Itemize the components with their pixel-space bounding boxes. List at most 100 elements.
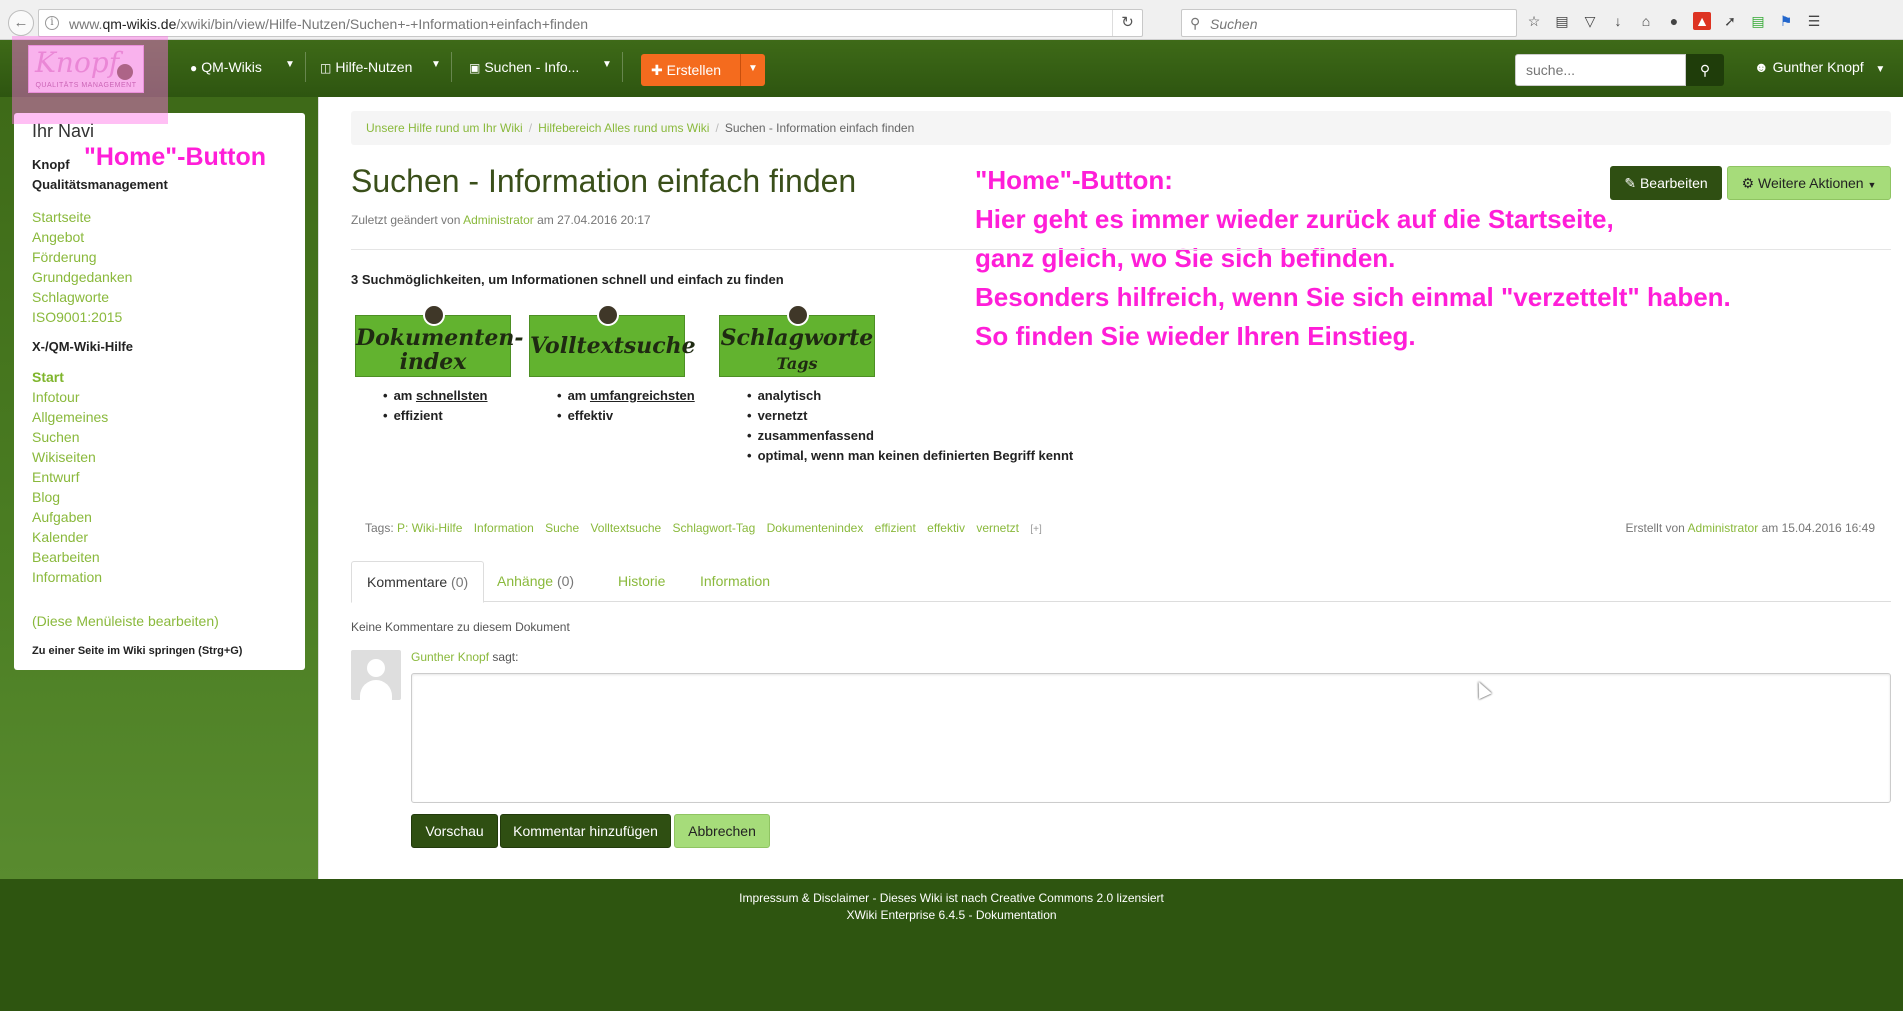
list-item: zusammenfassend (747, 426, 1073, 446)
sidebar-item-aufgaben[interactable]: Aufgaben (32, 507, 92, 527)
sidebar-item-suchen[interactable]: Suchen (32, 427, 79, 447)
home-logo-button[interactable]: Knopf QUALITÄTS MANAGEMENT (28, 45, 144, 93)
printer-icon[interactable]: ▤ (1749, 12, 1767, 30)
tag-link[interactable]: P: Wiki-Hilfe (397, 521, 462, 535)
nav-current-page-caret[interactable]: ▼ (602, 59, 612, 70)
doc-extra-tabs: Kommentare (0) Anhänge (0) Historie Info… (351, 561, 1891, 603)
tab-anhaenge[interactable]: Anhänge (0) (482, 561, 589, 603)
tag-link[interactable]: Dokumentenindex (767, 521, 864, 535)
cancel-button[interactable]: Abbrechen (674, 814, 770, 848)
plus-icon: ✚ (651, 62, 663, 78)
avatar (351, 650, 401, 700)
add-comment-button[interactable]: Kommentar hinzufügen (500, 814, 671, 848)
add-tag-button[interactable]: [+] (1030, 524, 1041, 535)
sidebar-item-bearbeiten[interactable]: Bearbeiten (32, 547, 100, 567)
back-button[interactable]: ← (8, 10, 34, 36)
pencil-icon: ✎ (1624, 175, 1637, 191)
tag-link[interactable]: vernetzt (976, 521, 1019, 535)
wiki-search-field[interactable] (1515, 54, 1686, 86)
nav-hilfe-nutzen[interactable]: ◫ Hilfe-Nutzen (320, 59, 412, 75)
sidebar-item-blog[interactable]: Blog (32, 487, 60, 507)
edit-button[interactable]: ✎ Bearbeiten (1610, 166, 1722, 200)
tab-kommentare[interactable]: Kommentare (0) (351, 561, 485, 603)
chevron-down-icon[interactable]: ▼ (1875, 64, 1885, 75)
download-icon[interactable]: ↓ (1609, 12, 1627, 30)
extension-icon[interactable]: ⚑ (1777, 12, 1795, 30)
breadcrumb-item[interactable]: Unsere Hilfe rund um Ihr Wiki (366, 121, 523, 135)
reload-icon[interactable]: ↻ (1112, 10, 1142, 36)
sidebar-item-grundgedanken[interactable]: Grundgedanken (32, 267, 132, 287)
sidebar-item-entwurf[interactable]: Entwurf (32, 467, 79, 487)
left-panel: Ihr Navi "Home"-Button Knopf Qualitätsman… (0, 97, 318, 879)
comment-textarea[interactable] (411, 673, 1891, 803)
comment-author-link[interactable]: Gunther Knopf (411, 650, 489, 664)
browser-toolbar: ← i www.qm-wikis.de/xwiki/bin/view/Hilfe… (0, 0, 1903, 40)
sidebar-item-information[interactable]: Information (32, 567, 102, 587)
wiki-search-button[interactable]: ⚲ (1686, 54, 1724, 86)
no-comments-text: Keine Kommentare zu diesem Dokument (351, 620, 570, 634)
footer-license[interactable]: Impressum & Disclaimer - Dieses Wiki ist… (0, 891, 1903, 905)
tool-icon[interactable]: ➚ (1721, 12, 1739, 30)
bookmark-star-icon[interactable]: ☆ (1525, 12, 1543, 30)
created-info: Erstellt von Administrator am 15.04.2016… (1625, 521, 1876, 535)
sidebar-item-iso9001[interactable]: ISO9001:2015 (32, 307, 122, 327)
sidebar-item-kalender[interactable]: Kalender (32, 527, 88, 547)
chat-icon[interactable]: ● (1665, 12, 1683, 30)
tag-link[interactable]: effizient (875, 521, 916, 535)
list-item: am umfangreichsten (557, 386, 695, 406)
created-by-link[interactable]: Administrator (1688, 521, 1759, 535)
sidebar: Ihr Navi "Home"-Button Knopf Qualitätsman… (14, 113, 305, 670)
browser-search-bar[interactable]: ⚲ Suchen (1181, 9, 1517, 37)
tag-link[interactable]: Suche (545, 521, 579, 535)
dokumentenindex-image: Dokumenten-index (355, 304, 524, 377)
search-icon: ⚲ (1190, 15, 1201, 31)
home-icon[interactable]: ⌂ (1637, 12, 1655, 30)
edit-menu-link[interactable]: (Diese Menüleiste bearbeiten) (32, 611, 219, 631)
pocket-icon[interactable]: ▽ (1581, 12, 1599, 30)
nav-qm-wikis-caret[interactable]: ▼ (285, 59, 295, 70)
nav-current-page[interactable]: ▣ Suchen - Info... (469, 59, 579, 75)
button-icon (423, 304, 445, 326)
breadcrumb-separator: / (528, 121, 533, 135)
tag-link[interactable]: Schlagwort-Tag (673, 521, 756, 535)
pdf-icon[interactable]: ▲ (1693, 12, 1711, 30)
logo-subtitle: QUALITÄTS MANAGEMENT (35, 82, 137, 89)
reading-list-icon[interactable]: ▤ (1553, 12, 1571, 30)
tag-link[interactable]: effektiv (927, 521, 965, 535)
tag-link[interactable]: Information (474, 521, 534, 535)
dokumentenindex-list: am schnellsten effizient (383, 386, 488, 426)
modified-by-link[interactable]: Administrator (463, 213, 534, 227)
url-text[interactable]: www.qm-wikis.de/xwiki/bin/view/Hilfe-Nut… (69, 16, 588, 32)
wiki-search-input[interactable] (1516, 55, 1685, 85)
tab-historie[interactable]: Historie (603, 561, 680, 603)
footer-version[interactable]: XWiki Enterprise 6.4.5 - Dokumentation (0, 908, 1903, 922)
sidebar-item-infotour[interactable]: Infotour (32, 387, 79, 407)
sidebar-item-schlagworte[interactable]: Schlagworte (32, 287, 109, 307)
user-menu[interactable]: ☻ Gunther Knopf ▼ (1754, 59, 1885, 75)
preview-button[interactable]: Vorschau (411, 814, 498, 848)
more-actions-button[interactable]: ⚙ Weitere Aktionen ▼ (1727, 166, 1891, 200)
jump-to-page-link[interactable]: Zu einer Seite im Wiki springen (Strg+G) (32, 645, 242, 657)
sidebar-item-angebot[interactable]: Angebot (32, 227, 84, 247)
breadcrumb-item[interactable]: Hilfebereich Alles rund ums Wiki (538, 121, 709, 135)
tags-line: Tags: P: Wiki-Hilfe Information Suche Vo… (365, 521, 1042, 535)
sidebar-item-startseite[interactable]: Startseite (32, 207, 91, 227)
nav-hilfe-nutzen-caret[interactable]: ▼ (431, 59, 441, 70)
tag-link[interactable]: Volltextsuche (590, 521, 661, 535)
sidebar-item-allgemeines[interactable]: Allgemeines (32, 407, 108, 427)
sidebar-item-start[interactable]: Start (32, 367, 64, 387)
create-button[interactable]: ✚ Erstellen ▼ (641, 54, 765, 86)
address-bar[interactable]: i www.qm-wikis.de/xwiki/bin/view/Hilfe-N… (38, 9, 1143, 37)
user-icon: ☻ (1754, 59, 1769, 75)
sidebar-item-wikiseiten[interactable]: Wikiseiten (32, 447, 96, 467)
button-icon (787, 304, 809, 326)
menu-icon[interactable]: ☰ (1805, 12, 1823, 30)
sidebar-item-foerderung[interactable]: Förderung (32, 247, 97, 267)
info-icon[interactable]: i (45, 16, 59, 30)
sidebar-heading-knopf: Knopf Qualitätsmanagement (32, 157, 168, 192)
chevron-down-icon[interactable]: ▼ (748, 63, 758, 74)
intro-text: 3 Suchmöglichkeiten, um Informationen sc… (351, 272, 784, 287)
tab-information[interactable]: Information (685, 561, 785, 603)
nav-qm-wikis[interactable]: ● QM-Wikis (190, 59, 262, 75)
main-content: Unsere Hilfe rund um Ihr Wiki / Hilfeberei… (318, 97, 1903, 879)
